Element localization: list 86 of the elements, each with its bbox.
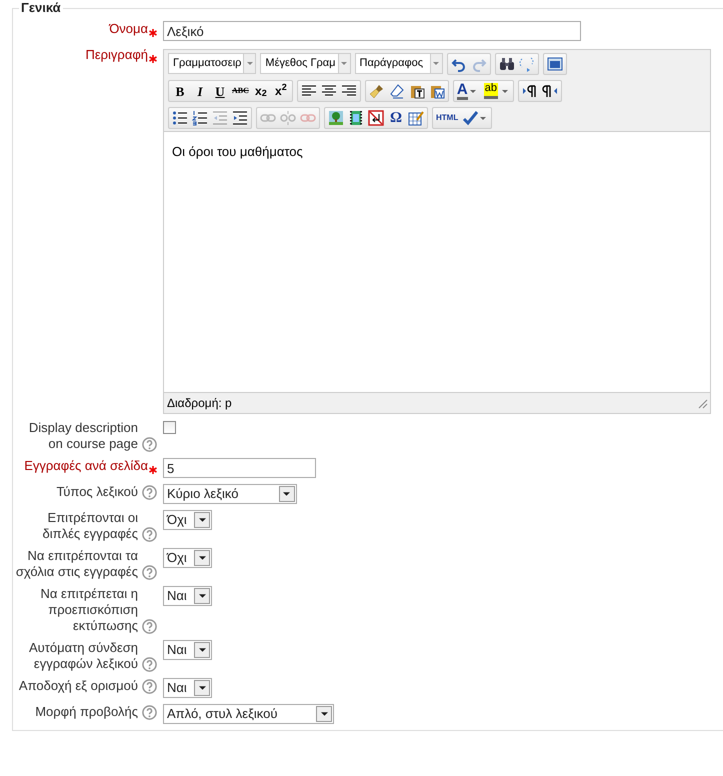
select-field[interactable]: Ναι	[163, 586, 212, 606]
dropdown-arrow-icon	[246, 62, 253, 65]
dropdown-arrow-icon	[433, 62, 439, 65]
tree-picture-icon	[328, 110, 344, 126]
outdent-icon	[212, 110, 228, 126]
help-icon[interactable]	[142, 437, 157, 452]
toolbar-button[interactable]: U	[210, 82, 230, 100]
replace-icon	[518, 56, 534, 72]
paragraph-icon	[542, 83, 558, 99]
dropdown-arrow-icon	[480, 116, 486, 120]
select-field[interactable]: Όχι	[163, 510, 212, 530]
toolbar-button[interactable]: B	[170, 82, 190, 100]
toolbar-button[interactable]: x$_{2}$	[250, 82, 271, 100]
toolbar-button[interactable]	[366, 109, 386, 127]
editor-dropdown[interactable]: Μέγεθος Γραμ	[260, 53, 350, 74]
dropdown-arrow-icon	[198, 594, 206, 598]
toolbar-button[interactable]	[170, 109, 190, 127]
toolbar-button[interactable]: ABC	[230, 82, 251, 100]
paragraph-icon	[522, 83, 538, 99]
toolbar-button[interactable]: HTML	[434, 109, 460, 127]
select-field[interactable]: Όχι	[163, 548, 212, 568]
dropdown-arrow-icon	[198, 518, 206, 522]
help-icon[interactable]	[142, 619, 157, 634]
dropdown-value: Γραμματοσειρ	[173, 56, 242, 72]
field-label: Τύπος λεξικού	[56, 484, 138, 500]
brush-icon	[368, 83, 385, 99]
toolbar-button[interactable]	[406, 109, 426, 127]
help-icon[interactable]	[142, 705, 157, 720]
checkbox[interactable]	[163, 421, 176, 434]
binoculars-icon	[498, 56, 514, 72]
field-label: Display description on course page	[28, 420, 138, 452]
text-field[interactable]: Λεξικό	[163, 21, 581, 41]
field-label: Αποδοχή εξ ορισμού	[18, 678, 138, 694]
field-label: Αυτόματη σύνδεση εγγραφών λεξικού	[28, 640, 138, 672]
path-label: Διαδρομή: p	[167, 395, 232, 412]
help-icon[interactable]	[142, 485, 157, 500]
field-label: Περιγραφή	[85, 47, 148, 63]
dropdown-value: Μέγεθος Γραμ	[265, 56, 336, 72]
field-label: Να επιτρέπεται η προεπισκόπιση εκτύπωσης	[40, 586, 138, 634]
indent-icon	[232, 110, 248, 126]
help-icon[interactable]	[142, 679, 157, 694]
select-field[interactable]: Απλό, στυλ λεξικού	[163, 704, 334, 724]
editor-dropdown[interactable]: Γραμματοσειρ	[168, 53, 256, 74]
dropdown-arrow-icon	[320, 712, 328, 716]
numbered-list-icon	[192, 110, 208, 126]
checkmark-icon	[462, 110, 478, 126]
toolbar-button[interactable]: ab	[480, 82, 512, 100]
bullet-list-icon	[172, 110, 188, 126]
help-icon[interactable]	[142, 657, 157, 672]
help-icon[interactable]	[142, 527, 157, 542]
dropdown-arrow-icon	[341, 62, 347, 65]
toolbar-button[interactable]	[230, 109, 250, 127]
table-edit-icon	[408, 110, 424, 126]
select-field[interactable]: Ναι	[163, 640, 212, 660]
editor-text: Οι όροι του μαθήματος	[172, 144, 303, 159]
dropdown-arrow-icon	[198, 686, 206, 690]
window-icon	[546, 56, 562, 72]
toolbar-button[interactable]: I	[190, 82, 210, 100]
dropdown-arrow-icon	[283, 492, 290, 496]
toolbar-button[interactable]: Ω	[386, 109, 406, 127]
film-icon	[348, 110, 364, 126]
editor-body[interactable]: Οι όροι του μαθήματος	[164, 131, 710, 393]
field-label: Εγγραφές ανά σελίδα	[24, 458, 148, 474]
help-icon[interactable]	[142, 565, 157, 580]
dropdown-arrow-icon	[198, 648, 206, 652]
toolbar-button[interactable]	[190, 109, 210, 127]
clipboard-icon	[428, 83, 445, 99]
dropdown-arrow-icon	[470, 90, 476, 92]
resize-grip-icon	[696, 397, 708, 409]
dropdown-value: Παράγραφος	[360, 56, 424, 72]
dropdown-arrow-icon	[502, 90, 508, 92]
field-label: Όνομα	[109, 21, 148, 37]
toolbar-button[interactable]: x$^{2}$	[270, 82, 291, 100]
select-field[interactable]: Κύριο λεξικό	[163, 484, 297, 504]
field-label: Επιτρέπονται οι διπλές εγγραφές	[42, 510, 138, 542]
dropdown-arrow-icon	[198, 556, 206, 560]
clipboard-icon	[408, 83, 425, 99]
editor-dropdown[interactable]: Παράγραφος	[354, 53, 442, 74]
select-field[interactable]: Ναι	[163, 678, 212, 698]
toolbar-button[interactable]: A	[454, 82, 480, 100]
field-label: Μορφή προβολής	[35, 704, 138, 720]
no-link-icon	[368, 110, 384, 126]
text-field[interactable]: 5	[163, 458, 316, 478]
broken-chain-icon	[280, 110, 296, 126]
eraser-icon	[388, 83, 405, 99]
field-label: Να επιτρέπονται τα σχόλια στις εγγραφές	[14, 548, 138, 580]
